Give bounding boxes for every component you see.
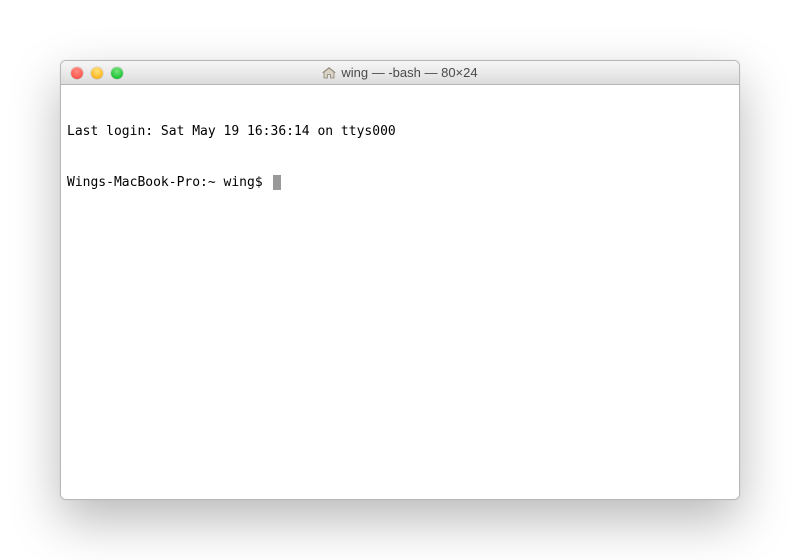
home-folder-icon bbox=[322, 67, 336, 79]
prompt-line: Wings-MacBook-Pro:~ wing$ bbox=[67, 174, 733, 191]
terminal-content[interactable]: Last login: Sat May 19 16:36:14 on ttys0… bbox=[61, 85, 739, 499]
traffic-lights bbox=[61, 67, 123, 79]
terminal-window: wing — -bash — 80×24 Last login: Sat May… bbox=[60, 60, 740, 500]
cursor bbox=[273, 175, 281, 190]
window-title-text: wing — -bash — 80×24 bbox=[341, 65, 477, 80]
window-titlebar[interactable]: wing — -bash — 80×24 bbox=[61, 61, 739, 85]
close-button[interactable] bbox=[71, 67, 83, 79]
prompt-text: Wings-MacBook-Pro:~ wing$ bbox=[67, 174, 271, 191]
last-login-line: Last login: Sat May 19 16:36:14 on ttys0… bbox=[67, 123, 733, 140]
minimize-button[interactable] bbox=[91, 67, 103, 79]
window-title: wing — -bash — 80×24 bbox=[61, 61, 739, 84]
zoom-button[interactable] bbox=[111, 67, 123, 79]
